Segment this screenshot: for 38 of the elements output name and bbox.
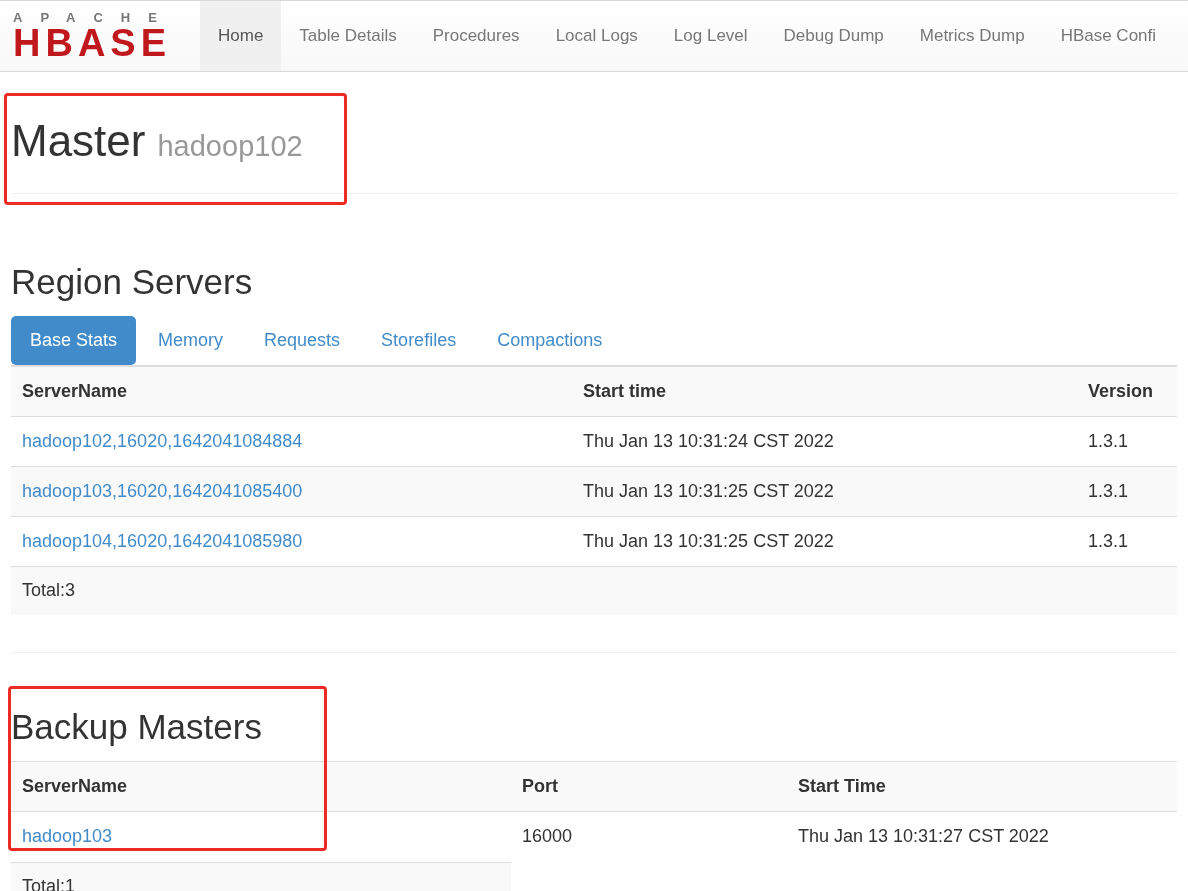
column-header: ServerName: [22, 775, 128, 796]
nav-link[interactable]: Debug Dump: [765, 1, 902, 71]
host-name: hadoop102: [157, 129, 303, 164]
server-link[interactable]: hadoop102,16020,1642041084884: [22, 430, 303, 451]
table-cell: Thu Jan 13 10:31:25 CST 2022: [583, 480, 834, 501]
server-link[interactable]: hadoop103: [22, 826, 113, 846]
server-link[interactable]: hadoop104,16020,1642041085980: [22, 530, 303, 551]
table-cell: 1.3.1: [1088, 430, 1129, 451]
page-title: Master: [11, 115, 146, 167]
column-header: ServerName: [22, 380, 128, 401]
tab[interactable]: Base Stats: [11, 315, 137, 365]
column-header: Version: [1088, 380, 1154, 401]
nav-link[interactable]: Procedures: [414, 1, 538, 71]
total-count: Total:3: [22, 579, 76, 602]
hbase-logo[interactable]: APACHE HBASE: [13, 11, 175, 61]
nav-link[interactable]: HBase Confi: [1042, 1, 1175, 71]
nav-link[interactable]: Log Level: [655, 1, 766, 71]
tab[interactable]: Memory: [139, 315, 243, 365]
table-cell: Thu Jan 13 10:31:24 CST 2022: [583, 430, 834, 451]
table-cell: 16000: [522, 826, 573, 846]
table-cell: 1.3.1: [1088, 480, 1129, 501]
table-cell: Thu Jan 13 10:31:25 CST 2022: [583, 530, 834, 551]
nav-link[interactable]: Metrics Dump: [901, 1, 1043, 71]
column-header: Start time: [583, 380, 667, 401]
server-link[interactable]: hadoop103,16020,1642041085400: [22, 480, 303, 501]
section-title: Region Servers: [11, 260, 254, 303]
table-cell: 1.3.1: [1088, 530, 1129, 551]
column-header: Start Time: [798, 775, 886, 796]
tab[interactable]: Compactions: [478, 315, 622, 365]
tab[interactable]: Requests: [245, 315, 360, 365]
total-count: Total:1: [22, 874, 76, 891]
table-cell: Thu Jan 13 10:31:27 CST 2022: [798, 826, 1049, 846]
nav-link[interactable]: Home: [200, 1, 282, 71]
tab[interactable]: Storefiles: [362, 315, 476, 365]
nav-link[interactable]: Local Logs: [537, 1, 656, 71]
section-title: Backup Masters: [11, 705, 263, 748]
nav-link[interactable]: Table Details: [281, 1, 415, 71]
column-header: Port: [522, 775, 558, 796]
